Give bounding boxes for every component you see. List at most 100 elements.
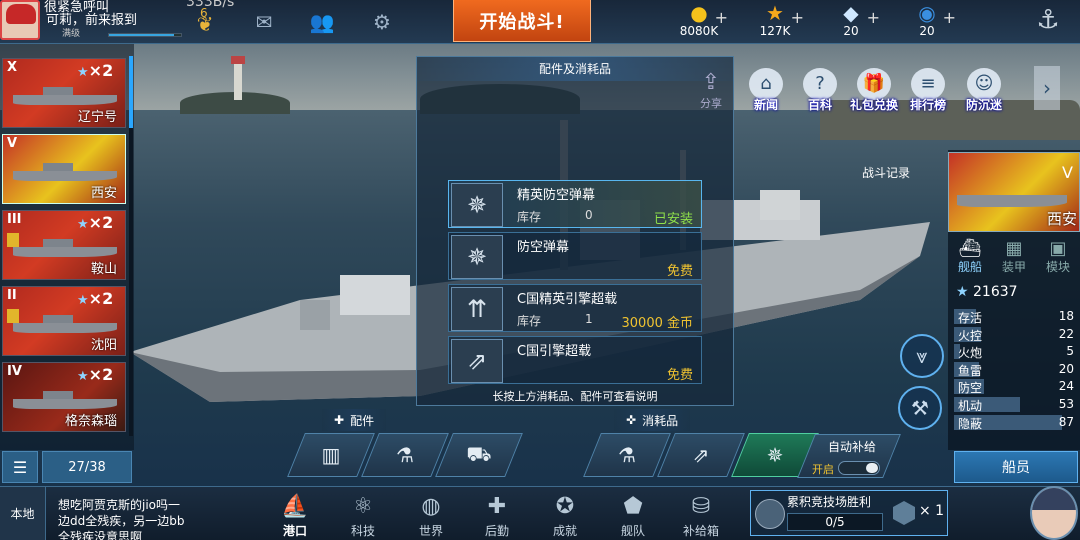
rank-number: 6 <box>200 6 208 20</box>
mail-icon[interactable]: ✉ <box>250 10 278 34</box>
consumable-item[interactable]: ⇈ C国精英引擎超载 库存 1 30000 金币 <box>448 284 702 332</box>
gun-icon: ⛟ <box>466 441 492 466</box>
ship-hull <box>13 315 117 333</box>
crew-button[interactable]: 船员 <box>954 451 1078 483</box>
menu-wiki[interactable]: ? 百科 <box>796 68 844 118</box>
tools-icon[interactable]: ⚒ <box>898 386 942 430</box>
scrollbar-thumb[interactable] <box>129 56 133 128</box>
multiplier-badge: ★×2 <box>77 213 114 232</box>
menu-news[interactable]: ⌂ 新闻 <box>742 68 790 118</box>
engine-boost-icon: ⇗ <box>692 443 710 467</box>
add-gold-icon[interactable]: + <box>715 8 728 27</box>
aa-barrage-icon: ✵ <box>451 183 503 227</box>
aa-barrage-icon: ✵ <box>766 443 784 467</box>
ship-card[interactable]: III ★×2 鞍山 <box>2 210 126 280</box>
nav-label: 成就 <box>552 524 577 538</box>
stat-value: 18 <box>1058 309 1074 323</box>
advisor-avatar[interactable] <box>1030 486 1078 540</box>
anchor-icon[interactable]: ⚓ <box>1034 7 1062 33</box>
nav-tech[interactable]: ⚛ 科技 <box>336 492 390 539</box>
nav-achievement[interactable]: ✪ 成就 <box>538 492 592 539</box>
ship-count-button[interactable]: 27/38 <box>42 451 132 483</box>
star-resource[interactable]: ★ 127K + <box>740 2 810 38</box>
reward-count: × 1 <box>919 503 945 519</box>
xp-bar <box>108 33 182 37</box>
add-diamond-icon[interactable]: + <box>867 8 880 27</box>
menu-gift[interactable]: 🎁 礼包兑换 <box>850 68 898 118</box>
ship-card-selected[interactable]: V 西安 <box>2 134 126 204</box>
stat-label: 防空 <box>958 381 983 396</box>
ship-card[interactable]: X ★×2 辽宁号 <box>2 58 126 128</box>
gold-resource[interactable]: ● 8080K + <box>664 2 734 38</box>
item-status: 免费 <box>666 368 693 383</box>
auto-supply-state: 开启 <box>812 463 834 476</box>
consumable-slot-1[interactable]: ⚗ <box>583 433 671 477</box>
item-name: 精英防空弹幕 <box>517 188 596 203</box>
share-button[interactable]: ⇪ 分享 <box>692 70 730 110</box>
tab-ship[interactable]: ⛴ 舰船 <box>950 240 990 275</box>
consumable-item[interactable]: ✵ 精英防空弹幕 库存 0 已安装 <box>448 180 702 228</box>
arena-quest[interactable]: 累积竞技场胜利 0/5 × 1 <box>750 490 948 536</box>
menu-label: 百科 <box>807 98 832 112</box>
ship-card[interactable]: II ★×2 沈阳 <box>2 286 126 356</box>
stat-label: 隐蔽 <box>958 416 983 431</box>
start-battle-button[interactable]: 开始战斗! <box>453 0 591 42</box>
parts-slot-2[interactable]: ⚗ <box>361 433 449 477</box>
chevron-right-icon[interactable]: › <box>1034 66 1060 110</box>
nav-label: 后勤 <box>484 524 509 538</box>
item-stock: 1 <box>585 312 593 326</box>
nav-supply-box[interactable]: ⛁ 补给箱 <box>674 492 728 539</box>
engine-boost-icon: ⇈ <box>451 287 503 331</box>
ship-tier: V <box>1062 163 1073 182</box>
chat-channel-button[interactable]: 本地 <box>0 487 46 540</box>
nav-world[interactable]: ◍ 世界 <box>404 492 458 539</box>
parts-slot-1[interactable]: ▥ <box>287 433 375 477</box>
nav-fleet[interactable]: ⬟ 舰队 <box>606 492 660 539</box>
menu-anti-addiction[interactable]: ☺ 防沉迷 <box>960 68 1008 118</box>
consumable-slot-2[interactable]: ⇗ <box>657 433 745 477</box>
tab-armor[interactable]: ▦ 装甲 <box>994 240 1034 275</box>
ship-name: 格奈森瑙 <box>64 414 117 429</box>
ship-tier: II <box>7 288 17 303</box>
add-star-icon[interactable]: + <box>791 8 804 27</box>
item-name: C国精英引擎超载 <box>517 292 618 307</box>
engine-boost-icon: ⇗ <box>451 339 503 383</box>
nav-logistics[interactable]: ✚ 后勤 <box>470 492 524 539</box>
combat-power: ★ 21637 <box>956 284 1018 300</box>
nav-port[interactable]: ⛵ 港口 <box>268 492 322 539</box>
stat-row: 防空 24 <box>954 378 1078 395</box>
menu-ranking[interactable]: ≡ 排行榜 <box>904 68 952 118</box>
parts-slot-3[interactable]: ⛟ <box>435 433 523 477</box>
friends-icon[interactable]: 👥 <box>308 10 336 34</box>
add-globe-icon[interactable]: + <box>943 8 956 27</box>
auto-supply-toggle[interactable] <box>838 461 880 475</box>
item-status: 30000 金币 <box>621 316 694 331</box>
nav-label: 科技 <box>350 524 375 538</box>
level-badge <box>7 233 19 247</box>
tab-parts[interactable]: ✚ 配件 <box>322 409 387 431</box>
diamond-resource[interactable]: ◆ 20 + <box>816 2 886 38</box>
nav-label: 舰队 <box>620 524 645 538</box>
stat-value: 5 <box>1066 344 1074 359</box>
battle-record-link[interactable]: 战斗记录 <box>862 164 910 181</box>
ship-name: 沈阳 <box>90 338 117 353</box>
stat-row: 鱼雷 20 <box>954 361 1078 378</box>
top-number: 333B/s <box>186 0 235 10</box>
chat-message[interactable]: 想吃阿贾克斯的jio吗一边dd全残疾，另一边bb全残疾没意思啊 <box>58 497 188 540</box>
tab-consumables[interactable]: ✜ 消耗品 <box>614 409 691 431</box>
globe-resource[interactable]: ◉ 20 + <box>892 2 962 38</box>
menu-label: 防沉迷 <box>965 98 1002 112</box>
armor-icon: ▦ <box>1005 238 1023 259</box>
status-line: 可莉，前来报到 <box>46 13 138 28</box>
consumables-icon: ✜ <box>626 413 637 427</box>
player-avatar[interactable] <box>0 0 40 40</box>
reward-gem-icon <box>893 501 915 525</box>
arena-medal-icon <box>755 499 785 529</box>
gear-icon[interactable]: ⚙ <box>368 10 396 34</box>
ship-card[interactable]: IV ★×2 格奈森瑙 <box>2 362 126 432</box>
list-menu-icon[interactable]: ☰ <box>2 451 38 483</box>
consumable-item[interactable]: ⇗ C国引擎超载 免费 <box>448 336 702 384</box>
consumable-item[interactable]: ✵ 防空弹幕 免费 <box>448 232 702 280</box>
tab-module[interactable]: ▣ 模块 <box>1038 240 1078 275</box>
rank-chevron-icon[interactable]: ⩔ <box>900 334 944 378</box>
